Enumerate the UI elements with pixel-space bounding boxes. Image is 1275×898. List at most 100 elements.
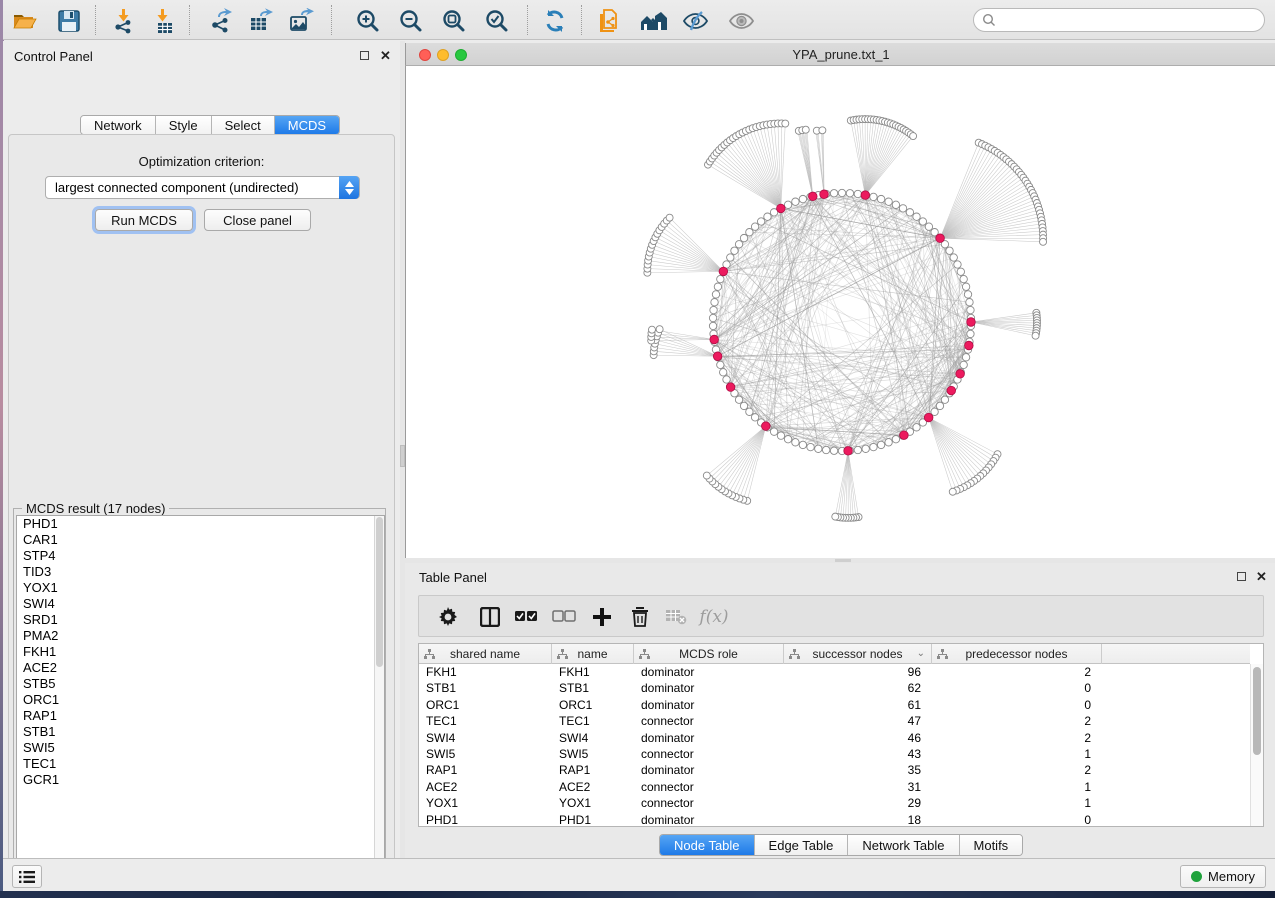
- mcds-node-item[interactable]: PMA2: [17, 628, 384, 644]
- zoom-fit-icon[interactable]: [440, 7, 468, 35]
- run-mcds-button[interactable]: Run MCDS: [95, 209, 193, 231]
- network-canvas[interactable]: [405, 66, 1275, 558]
- mcds-node-item[interactable]: CAR1: [17, 532, 384, 548]
- table-row[interactable]: RAP1RAP1dominator352: [419, 762, 1250, 778]
- close-panel-icon[interactable]: ✕: [380, 51, 391, 61]
- table-row[interactable]: ACE2ACE2connector311: [419, 779, 1250, 795]
- import-network-icon[interactable]: [110, 7, 138, 35]
- table-row[interactable]: YOX1YOX1connector291: [419, 795, 1250, 811]
- table-cell: 0: [932, 812, 1102, 828]
- function-builder-icon[interactable]: f(x): [699, 602, 729, 632]
- main-toolbar: [3, 0, 1275, 40]
- tab-mcds[interactable]: MCDS: [275, 116, 339, 134]
- search-input[interactable]: [996, 13, 1264, 28]
- mcds-node-item[interactable]: YOX1: [17, 580, 384, 596]
- mcds-node-item[interactable]: STB5: [17, 676, 384, 692]
- refresh-layout-icon[interactable]: [541, 7, 569, 35]
- settings-icon[interactable]: [433, 602, 463, 632]
- column-header-name[interactable]: name: [552, 644, 634, 664]
- table-cell: 61: [784, 697, 932, 713]
- mcds-node-item[interactable]: TID3: [17, 564, 384, 580]
- import-table-icon[interactable]: [149, 7, 177, 35]
- table-row[interactable]: SWI4SWI4dominator462: [419, 730, 1250, 746]
- float-panel-icon[interactable]: [360, 51, 369, 60]
- mcds-node-item[interactable]: STP4: [17, 548, 384, 564]
- mcds-node-item[interactable]: GCR1: [17, 772, 384, 788]
- export-network-icon[interactable]: [207, 7, 235, 35]
- table-cell: 2: [932, 713, 1102, 729]
- mcds-node-item[interactable]: FKH1: [17, 644, 384, 660]
- mcds-node-item[interactable]: PHD1: [17, 516, 384, 532]
- export-image-icon[interactable]: [287, 7, 315, 35]
- memory-button[interactable]: Memory: [1180, 865, 1266, 888]
- tab-motifs[interactable]: Motifs: [960, 835, 1023, 855]
- tab-network-table[interactable]: Network Table: [848, 835, 959, 855]
- mcds-node-item[interactable]: ACE2: [17, 660, 384, 676]
- table-row[interactable]: SWI5SWI5connector431: [419, 746, 1250, 762]
- table-cell: ORC1: [419, 697, 552, 713]
- sort-icon[interactable]: ⌄: [917, 648, 925, 659]
- column-header-shared-name[interactable]: shared name: [419, 644, 552, 664]
- table-cell: connector: [634, 713, 784, 729]
- search-field[interactable]: [973, 8, 1265, 32]
- tab-edge-table[interactable]: Edge Table: [755, 835, 849, 855]
- mcds-node-item[interactable]: STB1: [17, 724, 384, 740]
- tab-style[interactable]: Style: [156, 116, 212, 134]
- show-columns-icon[interactable]: [475, 602, 505, 632]
- table-row[interactable]: FKH1FKH1dominator962: [419, 664, 1250, 680]
- tab-node-table[interactable]: Node Table: [660, 835, 755, 855]
- scrollbar-thumb[interactable]: [1253, 667, 1261, 755]
- zoom-out-icon[interactable]: [397, 7, 425, 35]
- delete-table-icon[interactable]: [661, 602, 691, 632]
- table-cell: ORC1: [552, 697, 634, 713]
- show-all-icon[interactable]: [727, 7, 755, 35]
- tab-select[interactable]: Select: [212, 116, 275, 134]
- tab-network[interactable]: Network: [81, 116, 156, 134]
- export-table-icon[interactable]: [247, 7, 275, 35]
- zoom-selected-icon[interactable]: [483, 7, 511, 35]
- column-header-successor-nodes[interactable]: successor nodes⌄: [784, 644, 932, 664]
- table-cell: dominator: [634, 730, 784, 746]
- new-network-from-selection-icon[interactable]: [595, 7, 623, 35]
- scrollbar-thumb[interactable]: [376, 517, 383, 667]
- hide-selected-icon[interactable]: [681, 7, 709, 35]
- close-panel-button[interactable]: Close panel: [204, 209, 311, 231]
- criterion-dropdown[interactable]: largest connected component (undirected): [45, 176, 360, 199]
- mcds-node-item[interactable]: TEC1: [17, 756, 384, 772]
- table-scrollbar[interactable]: [1250, 664, 1263, 826]
- float-panel-icon[interactable]: [1237, 572, 1246, 581]
- zoom-in-icon[interactable]: [354, 7, 382, 35]
- mcds-result-list[interactable]: PHD1CAR1STP4TID3YOX1SWI4SRD1PMA2FKH1ACE2…: [16, 515, 385, 879]
- add-column-icon[interactable]: [587, 602, 617, 632]
- table-cell: SWI4: [419, 730, 552, 746]
- mcds-list-scrollbar[interactable]: [374, 516, 384, 878]
- table-cell: ACE2: [552, 779, 634, 795]
- mcds-node-item[interactable]: SWI4: [17, 596, 384, 612]
- table-cell: SWI4: [552, 730, 634, 746]
- save-session-icon[interactable]: [55, 7, 83, 35]
- mcds-node-item[interactable]: RAP1: [17, 708, 384, 724]
- mcds-node-item[interactable]: SRD1: [17, 612, 384, 628]
- node-table[interactable]: shared namenameMCDS rolesuccessor nodes⌄…: [418, 643, 1264, 827]
- list-icon: [19, 871, 35, 883]
- column-header-predecessor-nodes[interactable]: predecessor nodes: [932, 644, 1102, 664]
- table-row[interactable]: TEC1TEC1connector472: [419, 713, 1250, 729]
- network-window-titlebar[interactable]: YPA_prune.txt_1: [405, 43, 1275, 66]
- table-cell: 1: [932, 779, 1102, 795]
- column-header-MCDS-role[interactable]: MCDS role: [634, 644, 784, 664]
- table-row[interactable]: STB1STB1dominator620: [419, 680, 1250, 696]
- open-file-icon[interactable]: [10, 7, 38, 35]
- mcds-node-item[interactable]: SWI5: [17, 740, 384, 756]
- table-row[interactable]: PHD1PHD1dominator180: [419, 812, 1250, 828]
- deselect-all-icon[interactable]: [549, 602, 579, 632]
- table-row[interactable]: ORC1ORC1dominator610: [419, 697, 1250, 713]
- mcds-node-item[interactable]: ORC1: [17, 692, 384, 708]
- delete-column-icon[interactable]: [625, 602, 655, 632]
- select-all-icon[interactable]: [511, 602, 541, 632]
- splitter-handle[interactable]: [835, 559, 851, 562]
- first-neighbors-icon[interactable]: [639, 7, 667, 35]
- close-panel-icon[interactable]: ✕: [1256, 572, 1267, 582]
- task-history-button[interactable]: [12, 865, 42, 888]
- criterion-value: largest connected component (undirected): [55, 180, 299, 195]
- network-graph[interactable]: [406, 66, 1275, 558]
